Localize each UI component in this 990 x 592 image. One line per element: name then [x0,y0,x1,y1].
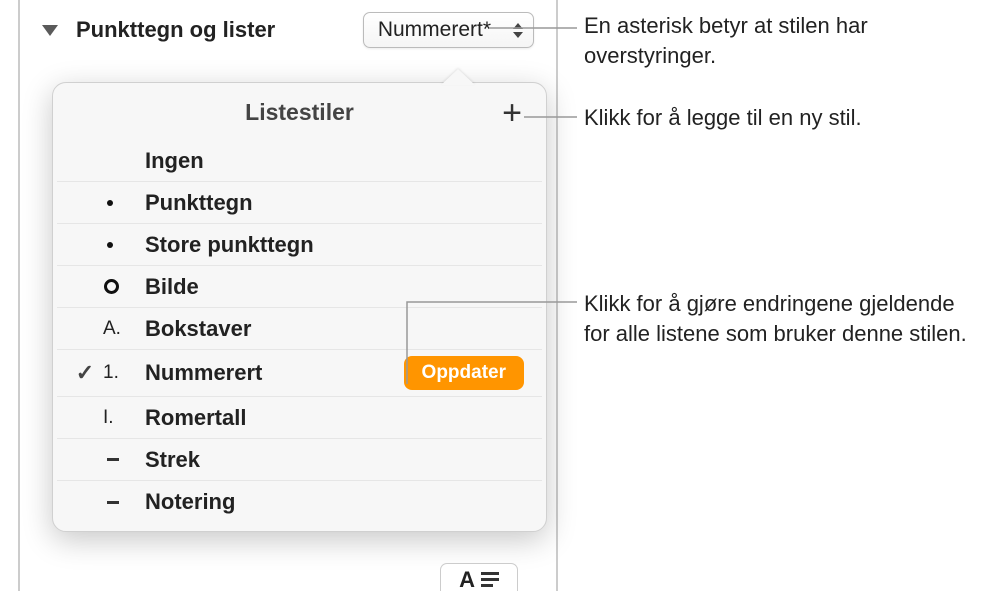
bullet-dash-icon [107,501,119,504]
popover-header: Listestiler + [53,83,546,140]
check-column: ✓ [67,360,103,386]
bullet-circle-icon [104,279,119,294]
style-list: Ingen Punkttegn Store punkttegn Bilde A. [53,140,546,531]
bullet-preview: I. [103,407,145,429]
style-item-bullet[interactable]: Punkttegn [57,182,542,224]
style-item-image[interactable]: Bilde [57,266,542,308]
checkmark-icon: ✓ [76,360,94,386]
style-name: Bilde [145,274,524,300]
plus-icon: + [502,94,522,132]
style-name: Romertall [145,405,524,431]
bullet-preview [103,458,145,461]
style-item-roman[interactable]: I. Romertall [57,397,542,439]
style-name: Store punkttegn [145,232,524,258]
style-item-large-bullet[interactable]: Store punkttegn [57,224,542,266]
callout-add-style: Klikk for å legge til en ny stil. [584,103,984,133]
style-name: Ingen [145,148,524,174]
dropdown-current-value: Nummerert* [378,18,491,42]
callout-update: Klikk for å gjøre endringene gjeldende f… [584,289,974,350]
style-item-dash[interactable]: Strek [57,439,542,481]
style-name: Strek [145,447,524,473]
style-item-numbered[interactable]: ✓ 1. Nummerert Oppdater [57,350,542,397]
disclosure-triangle-icon[interactable] [42,25,58,36]
bottom-toolbar: A [20,557,556,591]
bullet-preview: A. [103,318,145,340]
section-title: Punkttegn og lister [76,17,345,43]
add-style-button[interactable]: + [502,96,522,130]
bullet-dot-icon [107,242,113,248]
style-item-letters[interactable]: A. Bokstaver [57,308,542,350]
bullet-preview [103,242,145,248]
style-item-none[interactable]: Ingen [57,140,542,182]
stepper-arrows-icon [513,23,523,38]
inspector-panel: Punkttegn og lister Nummerert* Listestil… [18,0,558,591]
style-name: Notering [145,489,524,515]
style-name: Nummerert [145,360,404,386]
bullet-preview [103,279,145,294]
style-name: Punkttegn [145,190,524,216]
style-item-harvard[interactable]: Notering [57,481,542,523]
bullet-dash-icon [107,458,119,461]
font-panel-button[interactable]: A [440,563,518,591]
bullet-preview [103,200,145,206]
style-name: Bokstaver [145,316,524,342]
callout-asterisk: En asterisk betyr at stilen har overstyr… [584,11,964,72]
popover-title: Listestiler [77,99,522,126]
list-style-dropdown[interactable]: Nummerert* [363,12,534,48]
font-a-icon: A [459,569,475,591]
list-styles-popover: Listestiler + Ingen Punkttegn Store punk… [52,82,547,532]
bullet-dot-icon [107,200,113,206]
paragraph-lines-icon [481,572,499,587]
bullet-preview: 1. [103,362,145,384]
bullet-preview [103,501,145,504]
section-header: Punkttegn og lister Nummerert* [20,0,556,54]
update-style-button[interactable]: Oppdater [404,356,524,390]
